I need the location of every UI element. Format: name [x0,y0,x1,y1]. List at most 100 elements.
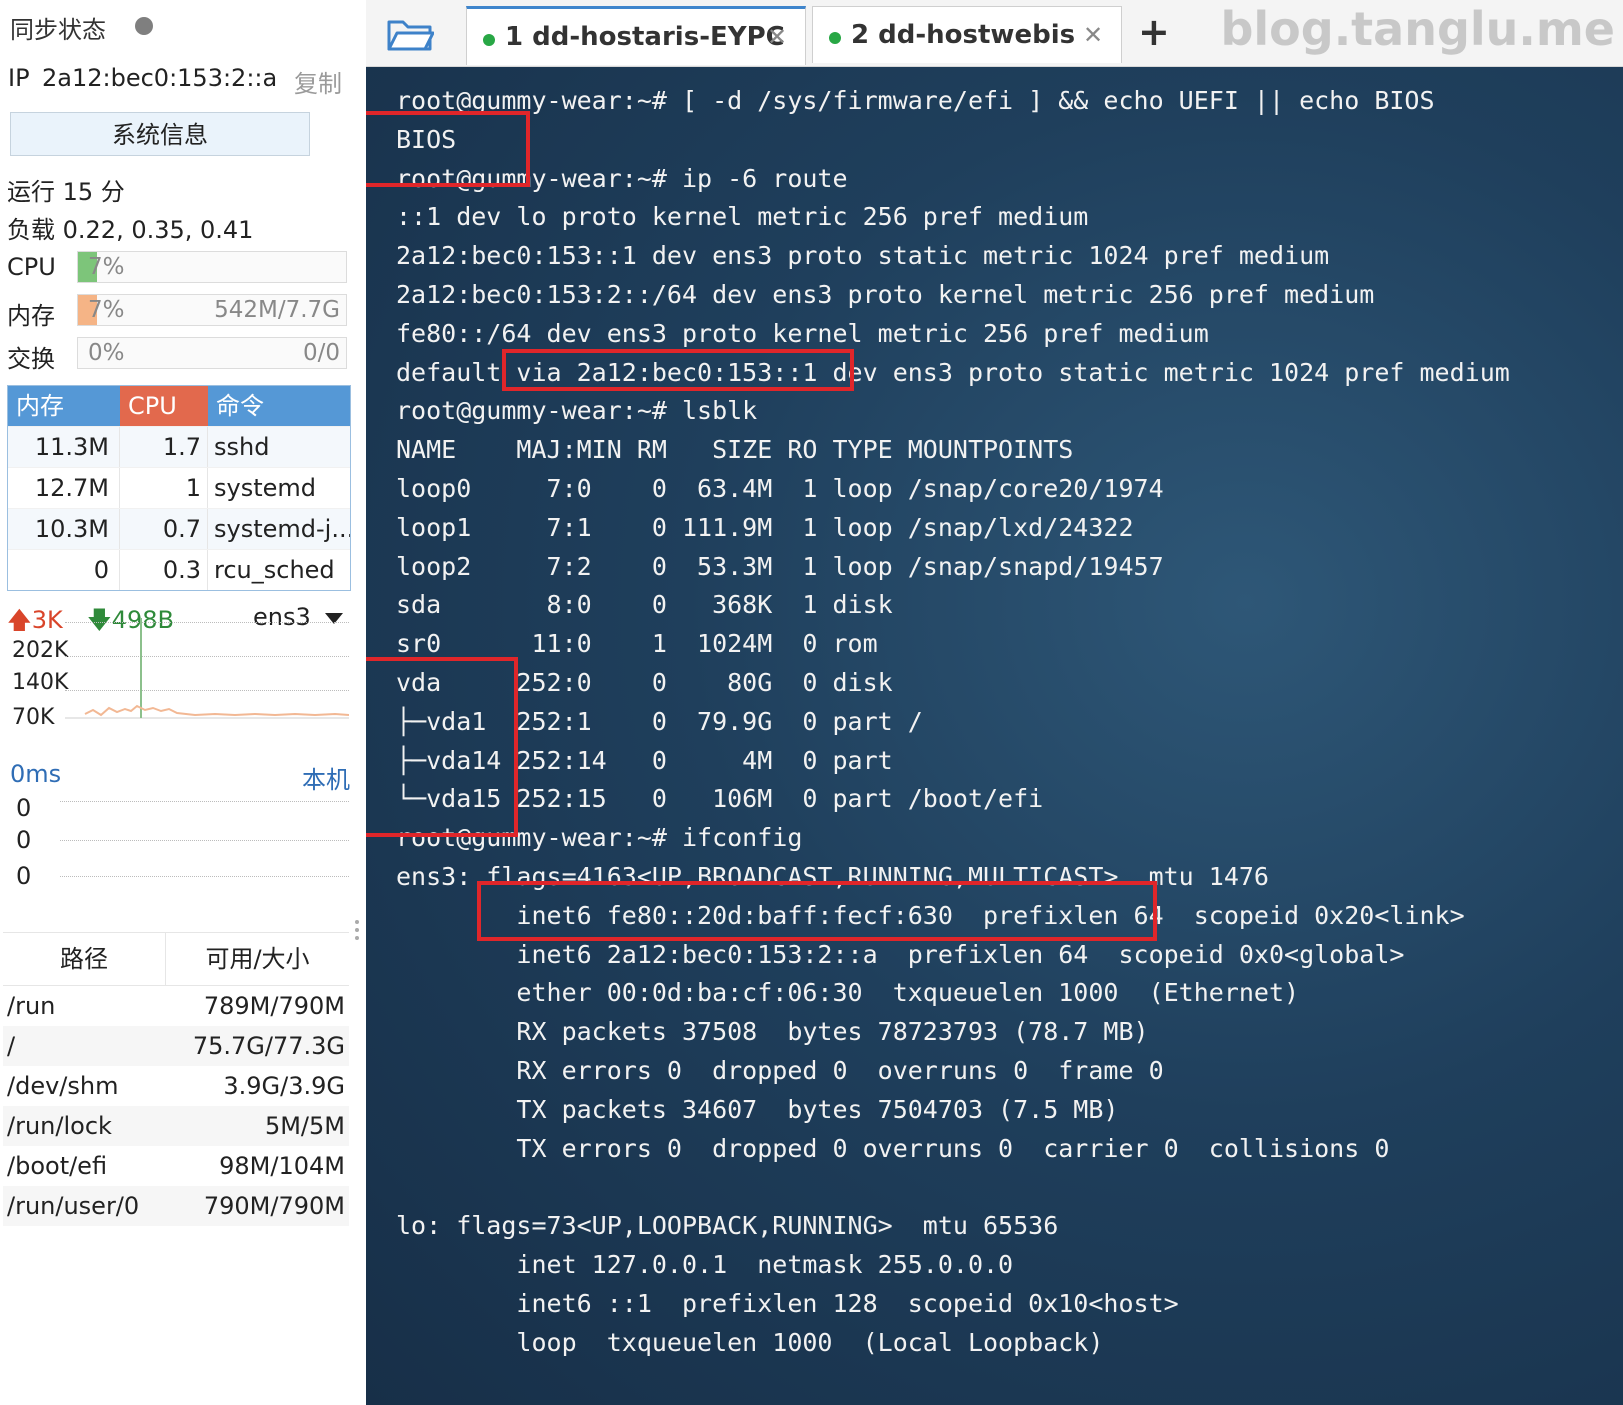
terminal-line: inet6 ::1 prefixlen 128 scopeid 0x10<hos… [396,1288,1179,1318]
copy-ip-button[interactable]: 复制 [294,64,342,99]
memory-meter-label: 内存 [7,302,55,330]
tab-dd-hostwebis[interactable]: 2 dd-hostwebis ✕ [812,6,1122,63]
table-row: /boot/efi 98M/104M [3,1146,349,1186]
connected-status-icon [483,34,495,46]
process-header-command[interactable]: 命令 [208,386,350,426]
disk-size: 789M/790M [203,992,345,1020]
net-y-tick: 202K [12,638,69,663]
table-row[interactable]: 12.7M 1 systemd [8,467,350,508]
memory-meter-bar: 7% 542M/7.7G [77,294,347,326]
memory-meter: 内存 7% 542M/7.7G [7,294,347,330]
network-traffic-graph [65,618,349,719]
terminal-line: RX errors 0 dropped 0 overruns 0 frame 0 [396,1056,1164,1085]
process-memory: 11.3M [8,427,120,467]
terminal-line: root@gummy-wear:~# [ -d /sys/firmware/ef… [396,86,1435,115]
process-memory: 12.7M [8,468,120,508]
sync-status-indicator [135,17,153,35]
terminal-line: NAME MAJ:MIN RM SIZE RO TYPE MOUNTPOINTS [396,435,1074,465]
terminal-line: loop0 7:0 0 63.4M 1 loop /snap/core20/19… [396,474,1164,503]
connected-status-icon [829,32,841,44]
swap-meter-percent: 0% [88,340,125,366]
terminal-output[interactable]: root@gummy-wear:~# [ -d /sys/firmware/ef… [366,67,1623,1405]
disk-table-header: 路径 可用/大小 [3,933,349,986]
ping-gridline [60,840,349,841]
table-row: /run/user/0 790M/790M [3,1186,349,1226]
process-header-memory[interactable]: 内存 [8,386,120,426]
process-cpu: 0.3 [120,550,208,590]
process-memory: 10.3M [8,509,120,549]
uptime-text: 运行 15 分 [7,178,125,206]
cpu-meter-percent: 7% [88,254,125,280]
terminal-line: sda 8:0 0 368K 1 disk [396,590,893,620]
tab-dd-hostaris-eypc[interactable]: 1 dd-hostaris-EYPC ✕ [466,6,806,65]
table-row: /run/lock 5M/5M [3,1106,349,1146]
terminal-line: inet 127.0.0.1 netmask 255.0.0.0 [396,1250,1014,1279]
swap-meter-label: 交换 [7,345,55,373]
process-table-header: 内存 CPU 命令 [8,386,350,426]
disk-path: / [7,1032,16,1060]
process-command: systemd [214,474,316,502]
cpu-meter-label: CPU [7,253,56,281]
cpu-meter: CPU 7% [7,251,347,285]
process-table: 内存 CPU 命令 11.3M 1.7 sshd 12.7M 1 systemd… [7,385,351,591]
process-command: rcu_sched [214,556,335,584]
terminal-line: 2a12:bec0:153::1 dev ens3 proto static m… [396,241,1330,271]
highlight-box-link-local-inet6 [477,881,1157,941]
net-y-tick: 140K [12,670,69,695]
disk-path: /run [7,992,56,1020]
ping-latency: 0ms [10,760,62,788]
ping-host-selector[interactable]: 本机 [302,760,350,795]
disk-table-body: /run 789M/790M / 75.7G/77.3G /dev/shm 3.… [3,986,349,1226]
disk-path: /run/user/0 [7,1192,140,1220]
sidebar: 同步状态 IP 2a12:bec0:153:2::a 复制 系统信息 运行 15… [0,0,367,1405]
table-row[interactable]: 0 0.3 rcu_sched [8,549,350,590]
terminal-line: loop1 7:1 0 111.9M 1 loop /snap/lxd/2432… [396,512,1134,542]
process-command: sshd [214,433,270,461]
terminal-line: lo: flags=73<UP,LOOPBACK,RUNNING> mtu 65… [396,1211,1059,1241]
disk-path: /run/lock [7,1112,112,1140]
disk-size: 75.7G/77.3G [192,1032,345,1060]
ping-gridline [60,801,349,802]
swap-meter-extra: 0/0 [302,340,340,366]
highlight-box-bios [366,111,530,187]
load-average-text: 负载 0.22, 0.35, 0.41 [7,216,254,244]
swap-meter: 交换 0% 0/0 [7,337,347,373]
new-tab-plus-icon[interactable]: + [1138,10,1170,54]
arrow-up-icon: 🡅 [7,606,32,634]
close-icon[interactable]: ✕ [1083,21,1103,49]
process-cpu: 0.7 [120,509,208,549]
table-row: / 75.7G/77.3G [3,1026,349,1066]
disk-path: /dev/shm [7,1072,119,1100]
disk-path: /boot/efi [7,1152,108,1180]
disk-header-path: 路径 [3,933,166,985]
cpu-meter-bar: 7% [77,251,347,283]
process-cpu: 1 [120,468,208,508]
terminal-line: loop2 7:2 0 53.3M 1 loop /snap/snapd/194… [396,551,1164,581]
process-table-body: 11.3M 1.7 sshd 12.7M 1 systemd 10.3M 0.7… [8,426,350,590]
process-header-cpu[interactable]: CPU [120,386,208,426]
watermark-text: blog.tanglu.me [1220,2,1615,56]
terminal-line: loop txqueuelen 1000 (Local Loopback) [396,1327,1104,1357]
process-command: systemd-j... [214,515,350,543]
tab-label: 1 dd-hostaris-EYPC [505,22,785,52]
folder-icon[interactable] [386,16,435,52]
table-row: /run 789M/790M [3,986,349,1026]
swap-meter-bar: 0% 0/0 [77,337,347,369]
net-y-tick: 70K [12,705,55,730]
system-info-button[interactable]: 系统信息 [10,112,310,156]
process-memory: 0 [8,550,120,590]
table-row[interactable]: 11.3M 1.7 sshd [8,426,350,467]
sync-status-label: 同步状态 [10,16,106,44]
terminal-line: TX errors 0 dropped 0 overruns 0 carrier… [396,1133,1390,1163]
terminal-line: TX packets 34607 bytes 7504703 (7.5 MB) [396,1094,1119,1124]
disk-size: 3.9G/3.9G [223,1072,345,1100]
highlight-box-default-route [502,349,854,391]
ping-value: 0 [16,794,32,822]
table-row[interactable]: 10.3M 0.7 systemd-j... [8,508,350,549]
upload-rate-value: 3K [31,606,63,634]
memory-meter-percent: 7% [88,297,125,323]
close-icon[interactable]: ✕ [767,23,787,51]
tab-label: 2 dd-hostwebis [851,20,1076,50]
panel-splitter-handle[interactable] [355,920,359,950]
ping-value: 0 [16,826,32,854]
